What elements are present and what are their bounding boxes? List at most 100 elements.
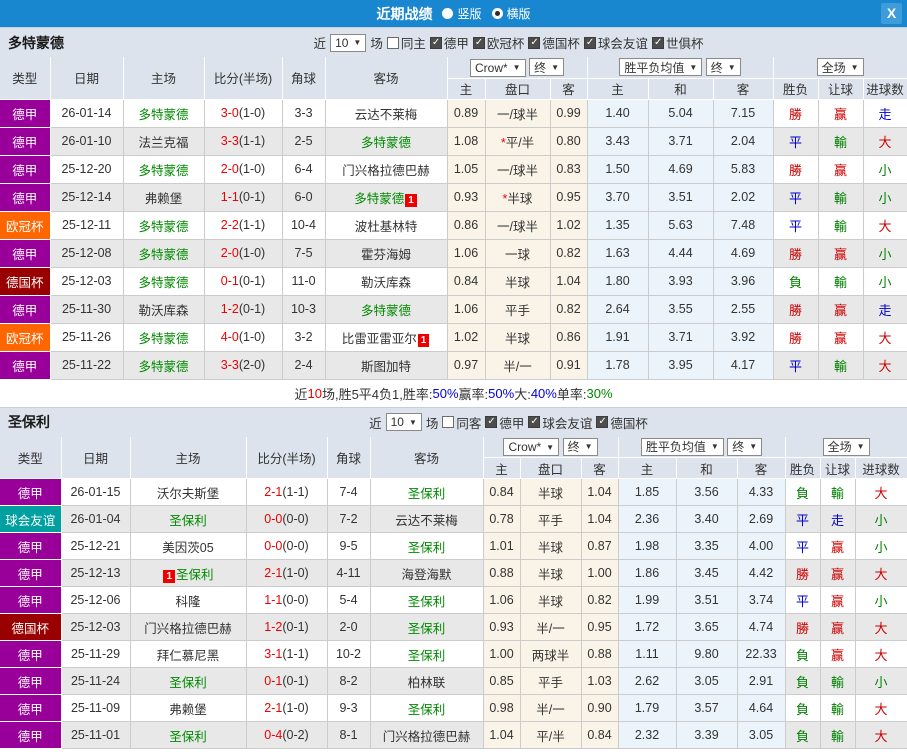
avg-away-odds: 4.42 (737, 559, 786, 587)
handicap-line-label: 一球 (504, 247, 530, 262)
result-handicap: 赢 (818, 295, 864, 324)
titlebar: 近期战绩 竖版 横版 X (0, 0, 907, 27)
avg-final-select[interactable]: 终 ▼ (727, 437, 763, 456)
checkbox-checked-icon[interactable] (528, 416, 541, 428)
scope-select[interactable]: 全场 ▼ (816, 58, 864, 77)
avg-odds-select[interactable]: 胜平负均值 ▼ (640, 437, 724, 456)
handicap-line: 一/球半 (485, 211, 551, 240)
away-team: 云达不莱梅 (355, 108, 418, 122)
filter-checkbox[interactable]: 同主 (386, 33, 426, 52)
home-team-label: 圣保利 (169, 513, 207, 528)
sub-column-header: 主 (587, 78, 649, 100)
radio-horizontal-layout[interactable]: 横版 (491, 5, 531, 22)
avg-home-odds: 3.70 (587, 183, 649, 212)
panel-title: 近期战绩 (376, 5, 433, 22)
full-time-score: 0-0 (264, 539, 283, 553)
checkbox-checked-icon[interactable] (583, 36, 596, 49)
checkbox-checked-icon[interactable] (596, 416, 609, 428)
match-row: 德甲 25-11-01 圣保利 0-4(0-2) 8-1 门兴格拉德巴赫 1.04 平/半 0.… (0, 721, 907, 749)
away-team-cell: 圣保利 (370, 532, 484, 560)
match-date: 25-12-03 (50, 267, 124, 296)
handicap-line-label: 一/球半 (497, 219, 538, 234)
avg-away-odds: 4.33 (737, 478, 786, 506)
result-wdl: 勝 (773, 99, 819, 128)
games-count-select[interactable]: 10 ▼ (385, 413, 422, 431)
checkbox-checked-icon[interactable] (651, 36, 664, 49)
filter-checkbox[interactable]: 德甲 (429, 33, 469, 52)
half-time-score: (0-1) (282, 674, 309, 688)
home-team-cell: 多特蒙德 (123, 99, 205, 128)
avg-draw-odds: 9.80 (676, 640, 738, 668)
home-team: 多特蒙德 (138, 360, 188, 374)
home-team: 美因茨05 (162, 541, 213, 555)
match-row: 德甲 26-01-15 沃尔夫斯堡 2-1(1-1) 7-4 圣保利 0.84 半球 1.04 1… (0, 478, 907, 506)
away-team-label: 圣保利 (407, 702, 446, 717)
filter-checkbox[interactable]: 世俱杯 (651, 33, 703, 52)
match-row: 德甲 25-11-22 多特蒙德 3-3(2-0) 2-4 斯图加特 0.97 半/一 0.91… (0, 351, 907, 380)
odds-company-select[interactable]: Crow* ▼ (503, 438, 560, 456)
filter-checkbox[interactable]: 德国杯 (596, 413, 648, 432)
away-team: 圣保利 (408, 649, 446, 663)
checkbox-checked-icon[interactable] (472, 36, 485, 49)
result-goals: 走 (863, 99, 907, 128)
home-team-label: 拜仁慕尼黑 (156, 648, 220, 663)
filter-checkbox[interactable]: 球会友谊 (528, 413, 592, 432)
home-team-cell: 科隆 (130, 586, 247, 614)
result-handicap: 赢 (820, 559, 856, 587)
result-handicap: 輸 (818, 127, 864, 156)
handicap-line: 一/球半 (485, 155, 551, 184)
score-cell: 0-4(0-2) (246, 721, 328, 749)
home-team-cell: 圣保利 (130, 667, 247, 695)
result-wdl: 平 (773, 351, 819, 380)
full-time-score: 4-0 (220, 330, 239, 344)
away-team-cell: 圣保利 (370, 478, 484, 506)
competition-badge: 德国杯 (0, 267, 51, 296)
avg-odds-select[interactable]: 胜平负均值 ▼ (619, 58, 703, 77)
sub-column-header: 胜负 (773, 78, 819, 100)
avg-away-odds: 4.69 (713, 239, 774, 268)
checkbox-checked-icon[interactable] (485, 416, 498, 428)
radio-icon[interactable] (442, 8, 454, 19)
radio-vertical-layout[interactable]: 竖版 (442, 5, 482, 22)
half-time-score: (1-0) (238, 106, 266, 120)
scope-select-value: 全场 (827, 440, 852, 455)
avg-away-odds: 2.69 (737, 505, 786, 533)
avg-away-odds: 7.48 (713, 211, 774, 240)
odds-company-select[interactable]: Crow* ▼ (469, 58, 526, 77)
checkbox-checked-icon[interactable] (528, 36, 541, 49)
red-badge: 1 (405, 193, 417, 207)
checkbox-unchecked-icon[interactable] (442, 416, 455, 428)
home-team-cell: 多特蒙德 (123, 323, 205, 352)
checkbox-checked-icon[interactable] (429, 36, 442, 49)
handicap-home-odds: 1.08 (447, 127, 486, 156)
handicap-home-odds: 0.97 (447, 351, 486, 380)
filter-checkbox[interactable]: 德甲 (485, 413, 524, 432)
filter-checkbox[interactable]: 德国杯 (528, 33, 580, 52)
competition-badge: 德甲 (0, 295, 51, 324)
result-goals: 大 (863, 127, 907, 156)
handicap-home-odds: 0.86 (447, 211, 486, 240)
scope-select[interactable]: 全场 ▼ (822, 437, 870, 456)
avg-away-odds: 3.05 (737, 721, 786, 749)
games-count-select[interactable]: 10 ▼ (330, 33, 367, 52)
away-team-cell: 霍芬海姆 (325, 239, 448, 268)
close-button[interactable]: X (881, 3, 902, 24)
radio-selected-icon[interactable] (491, 8, 503, 19)
games-count-select-value: 10 (335, 35, 349, 50)
handicap-line: 半球 (485, 267, 551, 296)
filter-checkbox[interactable]: 球会友谊 (583, 33, 648, 52)
odds-final-select[interactable]: 终 ▼ (562, 437, 598, 456)
avg-draw-odds: 3.45 (676, 559, 738, 587)
corner-count: 2-4 (282, 351, 326, 380)
result-handicap: 輸 (820, 694, 856, 722)
checkbox-unchecked-icon[interactable] (386, 36, 399, 49)
odds-final-select[interactable]: 终 ▼ (529, 58, 564, 76)
away-team-label: 波杜基林特 (354, 219, 418, 234)
filter-checkbox[interactable]: 同客 (442, 413, 481, 432)
handicap-line: 平/半 (520, 721, 582, 749)
home-team-cell: 沃尔夫斯堡 (130, 478, 247, 506)
filter-checkbox[interactable]: 欧冠杯 (472, 33, 524, 52)
avg-final-select[interactable]: 终 ▼ (705, 58, 741, 77)
handicap-away-odds: 0.84 (581, 721, 619, 749)
match-date: 26-01-15 (61, 478, 131, 506)
